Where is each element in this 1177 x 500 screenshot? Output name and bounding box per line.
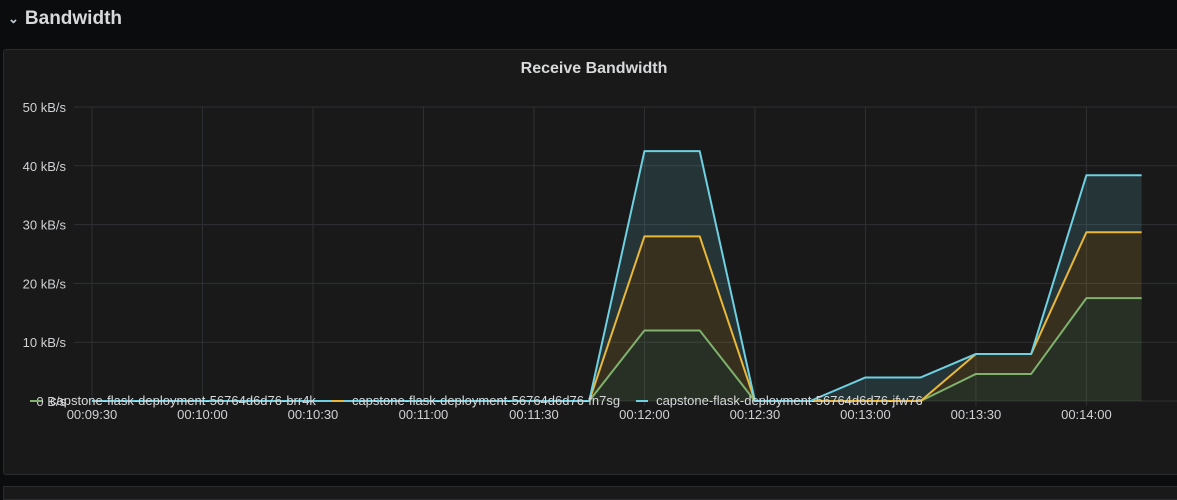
legend: capstone-flask-deployment-56764d6d76-brr… [30,393,923,408]
legend-swatch-icon [331,399,344,402]
legend-item[interactable]: capstone-flask-deployment-56764d6d76-fn7… [331,393,621,408]
legend-swatch-icon [636,399,649,402]
y-tick-label: 40 kB/s [23,159,67,174]
x-tick-label: 00:14:00 [1061,407,1112,422]
x-tick-label: 00:12:00 [619,407,670,422]
x-tick-label: 00:11:30 [509,407,559,422]
legend-item[interactable]: capstone-flask-deployment-56764d6d76-brr… [30,393,316,408]
x-tick-label: 00:09:30 [67,407,118,422]
x-tick-label: 00:13:30 [951,407,1002,422]
legend-label: capstone-flask-deployment-56764d6d76-brr… [50,393,316,408]
y-tick-label: 30 kB/s [23,218,67,233]
y-tick-label: 20 kB/s [23,276,67,291]
receive-bandwidth-chart: 0 B/s10 kB/s20 kB/s30 kB/s40 kB/s50 kB/s… [23,100,1177,422]
y-tick-label: 10 kB/s [23,335,67,350]
x-tick-label: 00:10:30 [288,407,339,422]
next-panel-edge [3,486,1177,500]
x-tick-label: 00:13:00 [840,407,891,422]
x-tick-label: 00:12:30 [730,407,781,422]
x-tick-label: 00:11:00 [399,407,449,422]
legend-item[interactable]: capstone-flask-deployment-56764d6d76-jfw… [636,393,923,408]
legend-swatch-icon [30,399,42,402]
x-tick-label: 00:10:00 [177,407,228,422]
legend-label: capstone-flask-deployment-56764d6d76-jfw… [656,393,923,408]
legend-label: capstone-flask-deployment-56764d6d76-fn7… [351,393,621,408]
y-tick-label: 50 kB/s [23,100,67,115]
